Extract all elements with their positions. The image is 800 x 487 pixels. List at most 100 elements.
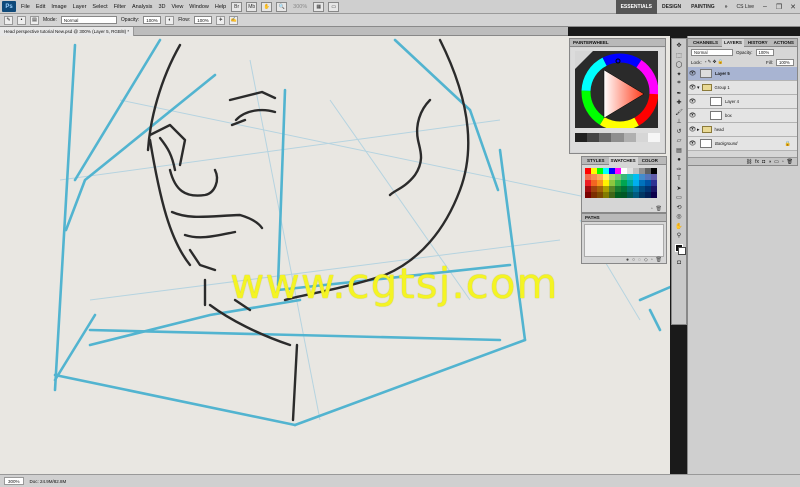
brush-icon[interactable]: 🖌 [674, 108, 685, 117]
swatch-chip[interactable] [635, 133, 648, 142]
quick-mask-icon[interactable]: ◘ [674, 259, 685, 268]
mask-icon[interactable]: ◘ [762, 159, 765, 165]
pressure-size-icon[interactable]: ✍ [229, 15, 239, 25]
swatch-chip[interactable] [651, 192, 657, 198]
brush-panel-icon[interactable]: ▤ [30, 15, 39, 25]
brush-preset-icon[interactable]: ✎ [4, 15, 13, 25]
link-icon[interactable]: ⛓ [746, 159, 752, 165]
3d-orbit-icon[interactable]: ◎ [674, 212, 685, 221]
menu-select[interactable]: Select [89, 4, 110, 10]
arrange-docs-icon[interactable]: ▦ [313, 1, 325, 12]
heal-icon[interactable]: ✚ [674, 98, 685, 107]
screen-mode-icon[interactable]: ▭ [328, 1, 340, 12]
eye-icon[interactable]: 👁 [688, 84, 697, 91]
workspace-design[interactable]: DESIGN [657, 0, 686, 14]
eye-icon[interactable]: 👁 [688, 98, 697, 105]
paths-list[interactable] [584, 224, 664, 257]
stroke-path-icon[interactable]: ○ [632, 257, 635, 263]
adjustment-icon[interactable]: ◑ [768, 159, 771, 165]
menu-window[interactable]: Window [186, 4, 212, 10]
history-brush-icon[interactable]: ↺ [674, 127, 685, 136]
tab-styles[interactable]: STYLES [585, 157, 607, 165]
hand-icon[interactable]: ✋ [261, 1, 273, 12]
zoom-icon[interactable]: 🔍 [276, 1, 288, 12]
layer-row[interactable]: 👁 Layer 4 [688, 95, 797, 109]
swatch-chip[interactable] [623, 133, 636, 142]
airbrush-icon[interactable]: ✈ [216, 15, 226, 25]
make-path-icon[interactable]: ◇ [644, 257, 648, 263]
fill-path-icon[interactable]: ● [626, 257, 629, 263]
crop-icon[interactable]: ⌗ [674, 79, 685, 88]
shape-icon[interactable]: ▭ [674, 193, 685, 202]
workspace-more[interactable]: » [720, 0, 733, 14]
dodge-icon[interactable]: ● [674, 155, 685, 164]
eye-icon[interactable]: 👁 [688, 126, 697, 133]
tab-actions[interactable]: ACTIONS [772, 39, 796, 47]
pressure-opacity-icon[interactable]: ◐ [165, 15, 175, 25]
swatch-chip[interactable] [599, 133, 612, 142]
tab-swatches[interactable]: SWATCHES [608, 156, 638, 165]
new-layer-icon[interactable]: ▫ [782, 159, 784, 165]
flow-field[interactable]: 100% [194, 16, 213, 24]
menu-3d[interactable]: 3D [155, 4, 168, 10]
cs-live-button[interactable]: CS Live [736, 4, 754, 10]
swatch-chip[interactable] [647, 133, 660, 142]
stamp-icon[interactable]: ⊥ [674, 117, 685, 126]
bridge-button[interactable]: Br [231, 1, 243, 12]
collapse-arrow-icon[interactable]: ▾ [697, 85, 700, 91]
eraser-icon[interactable]: ▱ [674, 136, 685, 145]
expand-arrow-icon[interactable]: ▸ [697, 127, 700, 133]
marquee-icon[interactable]: ⬚ [674, 51, 685, 60]
tab-channels[interactable]: CHANNELS [691, 39, 720, 47]
menu-analysis[interactable]: Analysis [129, 4, 155, 10]
move-icon[interactable]: ✥ [674, 41, 685, 50]
lock-icons[interactable]: ▫ ✎ ✥ 🔒 [705, 59, 724, 65]
layer-row[interactable]: 👁 box [688, 109, 797, 123]
tab-color[interactable]: COLOR [640, 157, 660, 165]
zoom-level[interactable]: 300% [293, 4, 307, 10]
restore-icon[interactable]: ❐ [773, 2, 785, 12]
minimize-icon[interactable]: – [759, 2, 771, 12]
menu-file[interactable]: File [18, 4, 33, 10]
quick-select-icon[interactable]: ✦ [674, 70, 685, 79]
mode-select[interactable]: Normal [60, 16, 117, 24]
new-group-icon[interactable]: ▭ [774, 159, 779, 165]
fill-field[interactable]: 100% [776, 58, 794, 66]
tab-history[interactable]: HISTORY [746, 39, 770, 47]
status-zoom-field[interactable]: 300% [4, 477, 24, 485]
menu-view[interactable]: View [168, 4, 186, 10]
fx-icon[interactable]: fx [755, 159, 759, 165]
opacity-field[interactable]: 100% [143, 16, 162, 24]
document-size[interactable]: Doc: 24.9M/82.8M [30, 479, 67, 484]
type-icon[interactable]: T [674, 174, 685, 183]
path-select-icon[interactable]: ➤ [674, 184, 685, 193]
swatch-chip[interactable] [575, 133, 588, 142]
layer-row[interactable]: 👁 Layer 5 [688, 67, 797, 81]
hand-icon[interactable]: ✋ [674, 222, 685, 231]
tab-layers[interactable]: LAYERS [722, 38, 744, 47]
blend-mode-select[interactable]: Normal [691, 48, 733, 56]
layer-row[interactable]: 👁 Background 🔒 [688, 137, 797, 151]
menu-layer[interactable]: Layer [70, 4, 90, 10]
document-tab[interactable]: Head perspective tutorial New.psd @ 300%… [0, 27, 135, 36]
gradient-icon[interactable]: ▤ [674, 146, 685, 155]
eyedropper-icon[interactable]: ✒ [674, 89, 685, 98]
swatch-chip[interactable] [587, 133, 600, 142]
layer-opacity-field[interactable]: 100% [755, 48, 774, 56]
color-wheel[interactable] [575, 51, 659, 131]
layer-row[interactable]: 👁 ▾ Group 1 [688, 81, 797, 95]
workspace-essentials[interactable]: ESSENTIALS [615, 0, 657, 14]
trash-icon[interactable]: 🗑 [656, 206, 662, 212]
background-color-swatch[interactable] [678, 246, 686, 255]
lasso-icon[interactable]: ◯ [674, 60, 685, 69]
swatch-chip[interactable] [611, 133, 624, 142]
workspace-painting[interactable]: PAINTING [686, 0, 720, 14]
close-icon[interactable]: ✕ [787, 2, 799, 12]
eye-icon[interactable]: 👁 [688, 112, 697, 119]
load-selection-icon[interactable]: ◌ [638, 257, 641, 263]
brush-size-icon[interactable]: • [17, 15, 26, 25]
menu-edit[interactable]: Edit [33, 4, 48, 10]
trash-icon[interactable]: 🗑 [656, 257, 662, 263]
3d-rotate-icon[interactable]: ⟲ [674, 203, 685, 212]
menu-filter[interactable]: Filter [111, 4, 129, 10]
